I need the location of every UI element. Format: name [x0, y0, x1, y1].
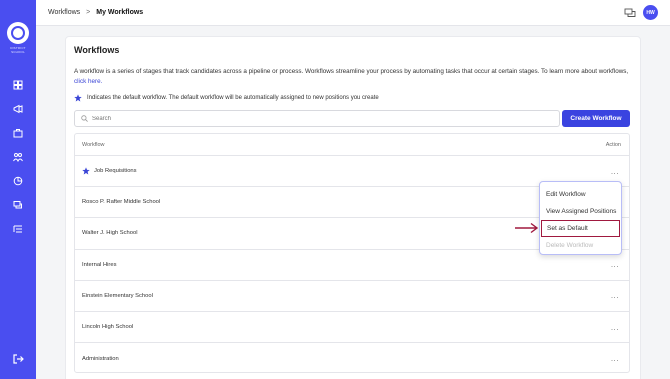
sidebar-nav	[12, 78, 25, 235]
action-menu-button[interactable]: ...	[611, 323, 619, 332]
row-label: Job Requisitions	[94, 168, 137, 175]
dashboard-icon[interactable]	[12, 78, 25, 91]
menu-view-assigned-positions[interactable]: View Assigned Positions	[540, 203, 621, 220]
col-action: Action	[605, 141, 621, 148]
breadcrumb-current: My Workflows	[96, 9, 144, 16]
table-header: Workflow Action	[75, 134, 629, 156]
default-note: Indicates the default workflow. The defa…	[74, 94, 379, 102]
briefcase-icon[interactable]	[12, 126, 25, 139]
default-note-text: Indicates the default workflow. The defa…	[87, 95, 379, 101]
row-label: Lincoln High School	[82, 324, 134, 331]
page-title: Workflows	[74, 45, 120, 55]
row-label: Rosco P. Rafter Middle School	[82, 199, 161, 206]
search-icon	[81, 115, 88, 122]
messages-icon[interactable]	[624, 7, 636, 19]
megaphone-icon[interactable]	[12, 102, 25, 115]
school-logo[interactable]	[7, 22, 29, 44]
list-icon[interactable]	[12, 222, 25, 235]
action-menu-button[interactable]: ...	[611, 260, 619, 269]
table-row[interactable]: Lincoln High School ...	[75, 312, 629, 344]
row-label: Administration	[82, 355, 119, 362]
learn-more-link[interactable]: click here.	[74, 78, 102, 85]
star-icon	[74, 94, 82, 102]
action-menu-button[interactable]: ...	[611, 354, 619, 363]
people-icon[interactable]	[12, 150, 25, 163]
menu-edit-workflow[interactable]: Edit Workflow	[540, 186, 621, 203]
breadcrumb-separator: >	[86, 9, 91, 16]
top-bar: Workflows > My Workflows HW	[36, 0, 670, 26]
workflow-action-menu: Edit Workflow View Assigned Positions Se…	[539, 181, 622, 255]
action-menu-button[interactable]: ...	[611, 167, 619, 176]
chat-icon[interactable]	[12, 198, 25, 211]
table-row[interactable]: Einstein Elementary School ...	[75, 281, 629, 312]
row-label: Walter J. High School	[82, 230, 138, 237]
breadcrumb-workflows[interactable]: Workflows	[48, 9, 80, 16]
row-label: Einstein Elementary School	[82, 292, 153, 299]
sidebar: DISTRICT SCHOOL	[0, 0, 36, 379]
row-name: Job Requisitions	[82, 167, 137, 175]
col-workflow: Workflow	[82, 141, 105, 148]
row-label: Internal Hires	[82, 261, 117, 268]
search-input[interactable]	[92, 115, 552, 122]
page-description: A workflow is a series of stages that tr…	[74, 67, 632, 86]
description-text: A workflow is a series of stages that tr…	[74, 68, 629, 75]
pointer-arrow	[515, 222, 539, 234]
chart-icon[interactable]	[12, 174, 25, 187]
create-workflow-button[interactable]: Create Workflow	[562, 110, 630, 127]
default-star-icon	[82, 167, 90, 175]
search-box[interactable]	[74, 110, 560, 127]
menu-set-as-default[interactable]: Set as Default	[541, 220, 620, 237]
table-row[interactable]: Administration ...	[75, 343, 629, 374]
logo-text: DISTRICT SCHOOL	[10, 46, 26, 54]
avatar[interactable]: HW	[643, 5, 658, 20]
action-menu-button[interactable]: ...	[611, 291, 619, 300]
logout-icon[interactable]	[12, 353, 24, 365]
menu-delete-workflow: Delete Workflow	[546, 242, 594, 249]
